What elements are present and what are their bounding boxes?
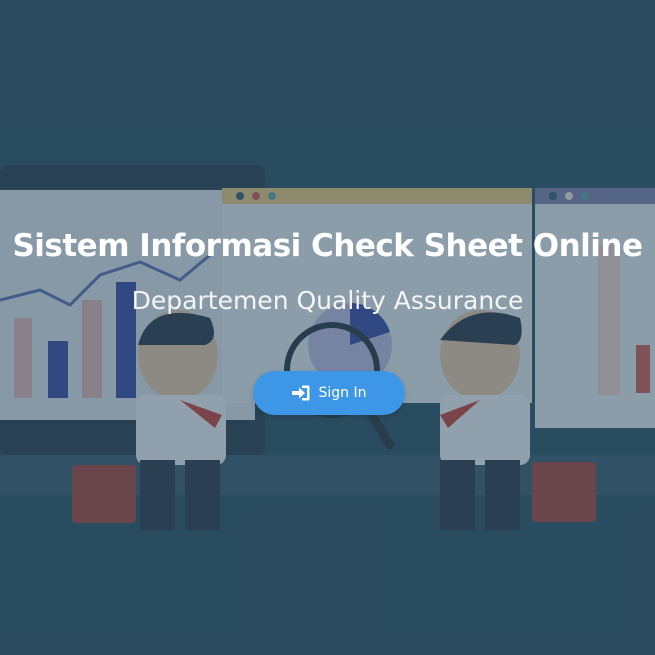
dark-overlay bbox=[0, 0, 655, 655]
page-title: Sistem Informasi Check Sheet Online bbox=[12, 228, 643, 264]
sign-in-button[interactable]: Sign In bbox=[253, 371, 405, 415]
hero-section bbox=[0, 0, 655, 655]
page-subtitle: Departemen Quality Assurance bbox=[131, 286, 524, 315]
sign-in-label: Sign In bbox=[318, 385, 367, 401]
sign-in-icon bbox=[291, 385, 310, 401]
